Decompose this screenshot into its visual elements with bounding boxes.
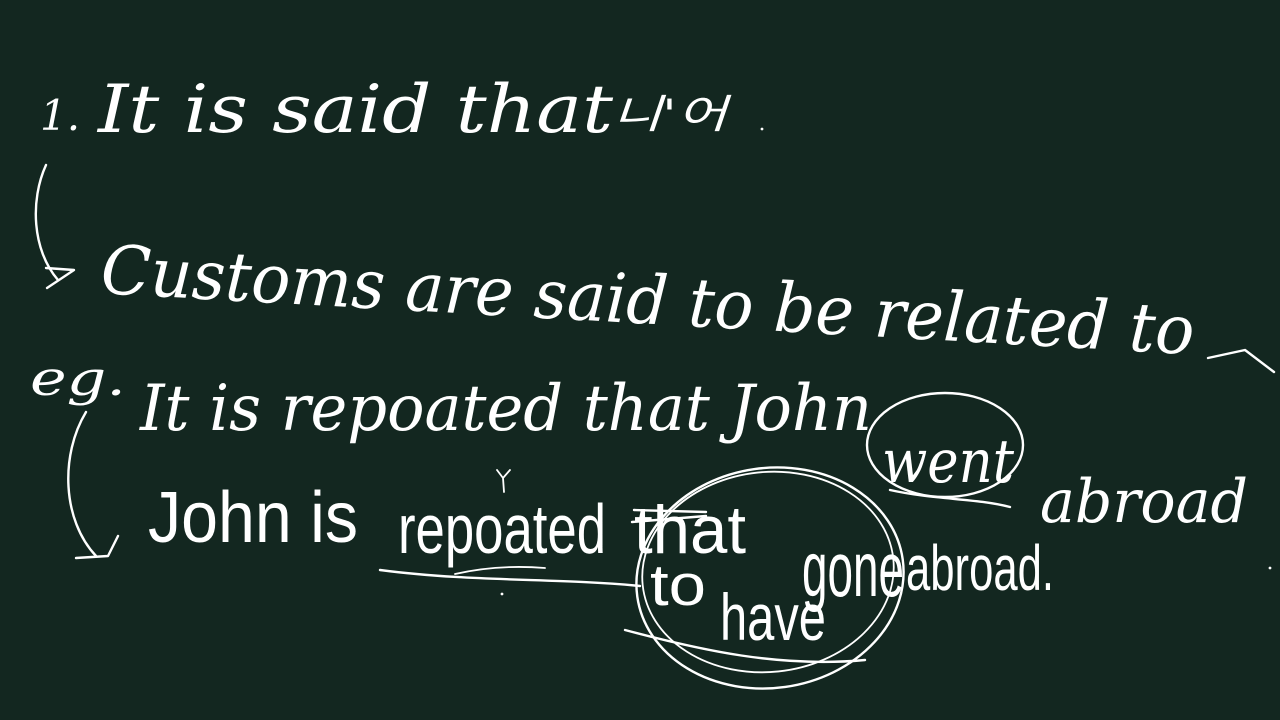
- whiteboard-canvas: 1. It is said that 니'어 Customs are said …: [0, 0, 1280, 720]
- line2-trailing-dash: [1206, 348, 1276, 374]
- handwriting-layer: 1. It is said that 니'어 Customs are said …: [30, 71, 1276, 690]
- line2-text: Customs are said to be related to: [99, 231, 1197, 371]
- arrow-line3-to-line4: [67, 410, 98, 558]
- line1-text: It is said that: [97, 71, 614, 148]
- reported-dot: [500, 592, 504, 596]
- line1-korean-note: 니'어: [612, 92, 733, 138]
- reported-underline: [378, 568, 642, 588]
- arrow-line1-to-line2: [34, 163, 60, 282]
- reported-caret-icon: [496, 469, 511, 493]
- line3-text: It is repoated that John: [139, 372, 872, 446]
- line3-abroad: abroad: [1040, 467, 1248, 537]
- line4-to: to: [650, 553, 706, 618]
- line1-number: 1.: [40, 91, 80, 140]
- line4-text: John is: [148, 478, 358, 558]
- line3-eg: eg.: [30, 351, 126, 407]
- stray-dot: [1268, 566, 1272, 570]
- line3-went: went: [882, 427, 1015, 497]
- line4-reported: repoated: [398, 490, 606, 568]
- line4-abroad: abroad.: [906, 532, 1054, 604]
- line2-group: Customs are said to be related to: [99, 231, 1197, 371]
- line1-dot: [760, 127, 764, 131]
